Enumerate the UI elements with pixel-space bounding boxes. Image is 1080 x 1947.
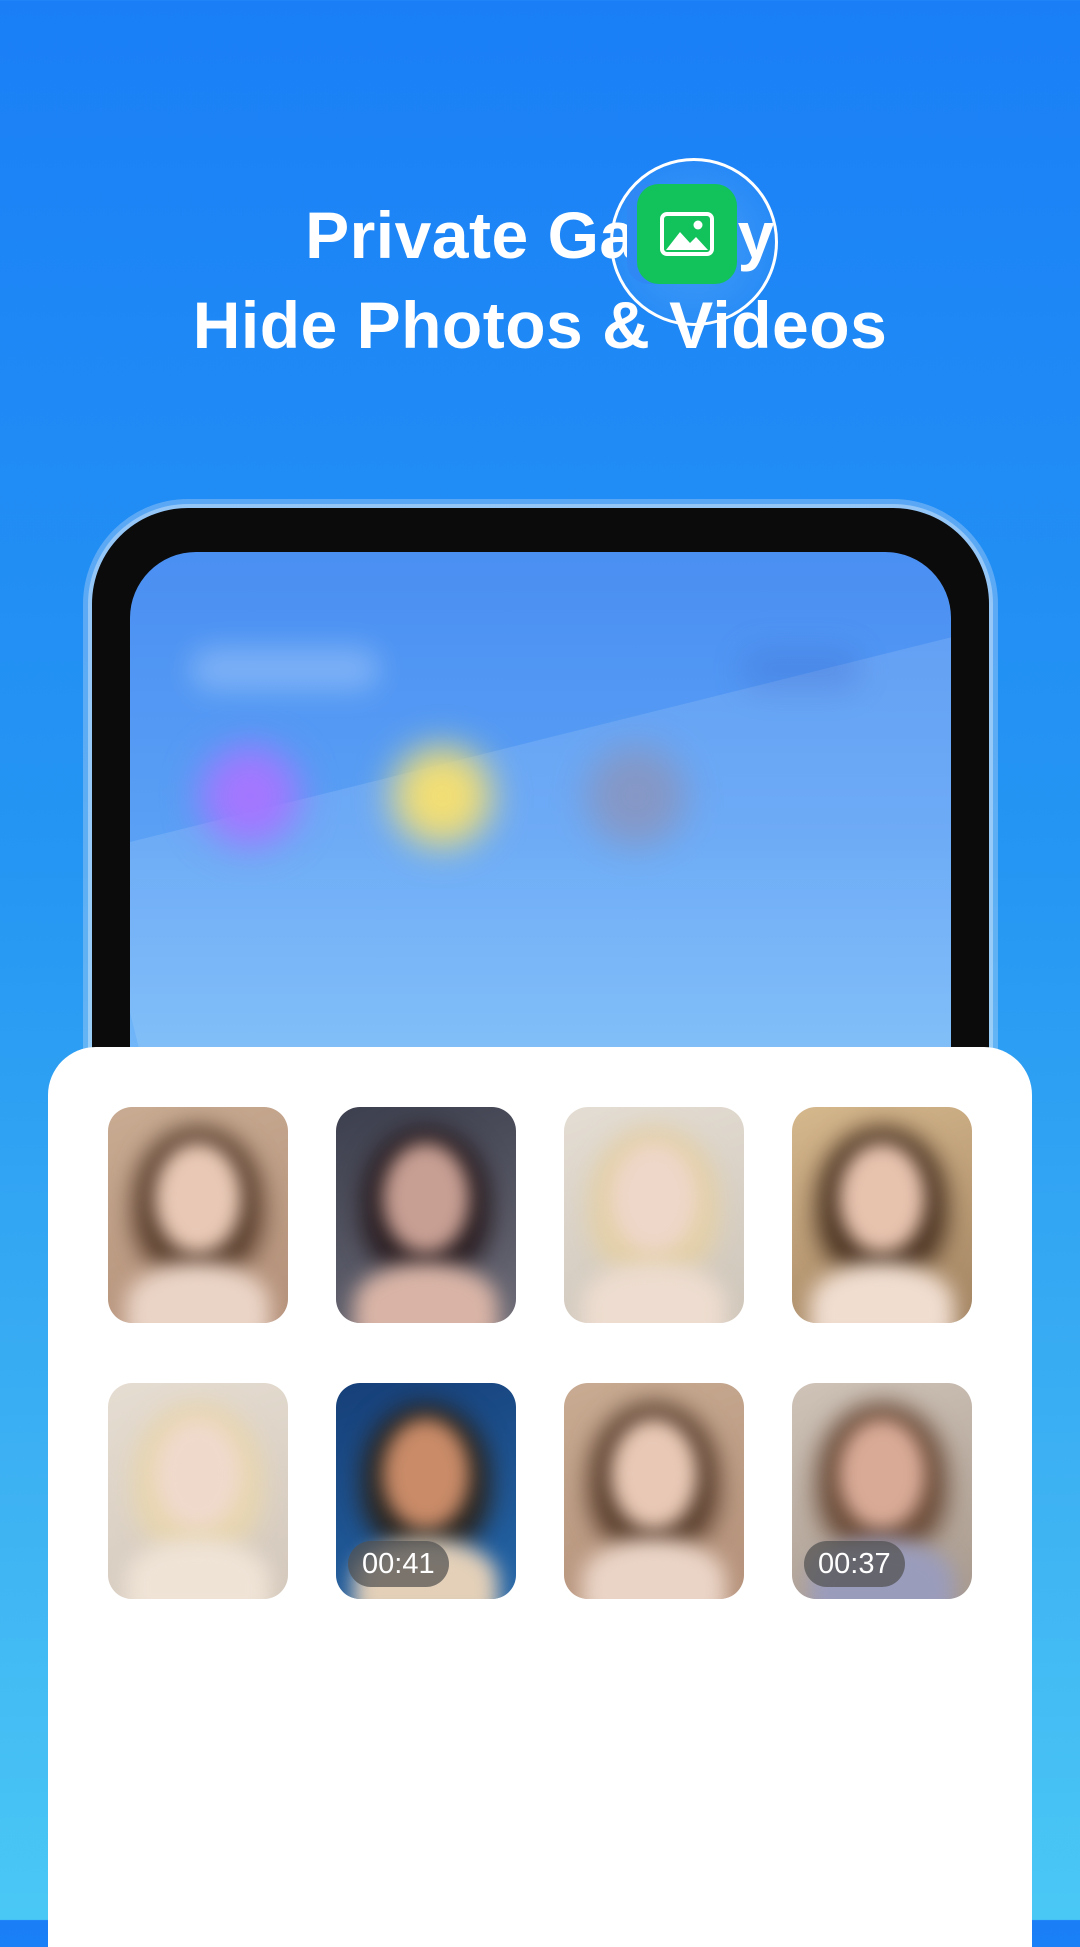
blurred-app-icon [200,746,300,846]
photo-thumbnail[interactable] [108,1383,288,1599]
hidden-media-card: 00:41 00:37 [48,1047,1032,1947]
blurred-status-icons [741,647,861,691]
blurred-status-text [190,647,380,691]
gallery-app-icon[interactable] [637,184,737,284]
video-duration-badge: 00:41 [348,1541,449,1587]
video-thumbnail[interactable]: 00:37 [792,1383,972,1599]
media-grid: 00:41 00:37 [108,1107,974,1599]
phone-mockup [92,508,989,1068]
photo-thumbnail[interactable] [792,1107,972,1323]
photo-thumbnail[interactable] [336,1107,516,1323]
photo-thumbnail[interactable] [108,1107,288,1323]
phone-screen [130,552,951,1068]
blurred-app-icon [392,746,492,846]
headline-line-2: Hide Photos & Videos [192,288,888,362]
photo-thumbnail[interactable] [564,1107,744,1323]
headline-line-1: Private Gallery [305,198,775,272]
photo-thumbnail[interactable] [564,1383,744,1599]
image-gallery-icon [660,212,714,256]
video-thumbnail[interactable]: 00:41 [336,1383,516,1599]
blurred-app-icon [586,746,686,846]
headline: Private Gallery Hide Photos & Videos [0,190,1080,370]
video-duration-badge: 00:37 [804,1541,905,1587]
